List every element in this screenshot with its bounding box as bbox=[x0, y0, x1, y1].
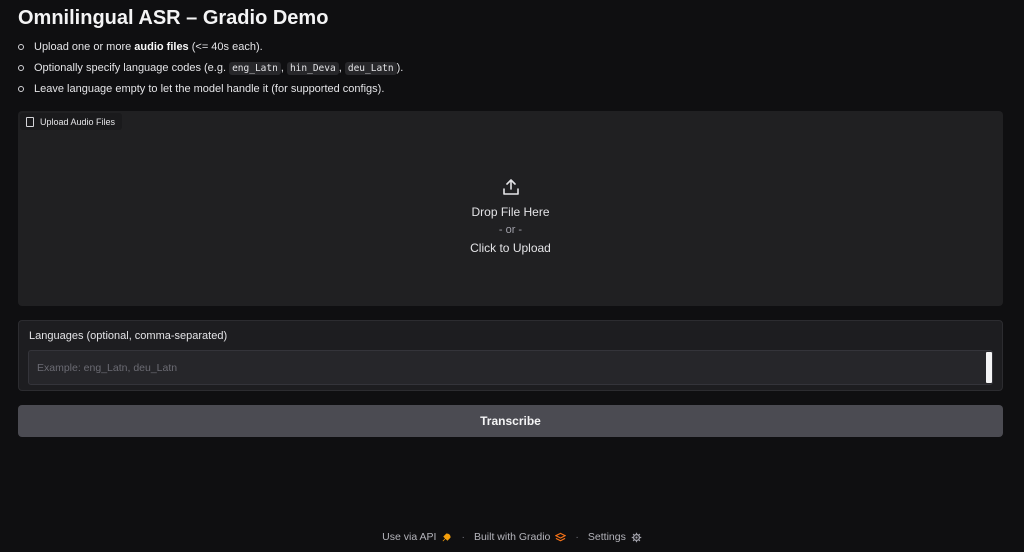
footer-separator: · bbox=[575, 531, 579, 543]
footer: Use via API · Built with Gradio · Settin… bbox=[0, 531, 1024, 543]
bullet-icon bbox=[18, 44, 24, 50]
upload-label: Upload Audio Files bbox=[20, 113, 123, 130]
bullet-icon bbox=[18, 65, 24, 71]
transcribe-button[interactable]: Transcribe bbox=[18, 405, 1003, 437]
instruction-item: Leave language empty to let the model ha… bbox=[18, 82, 403, 103]
gear-icon bbox=[631, 532, 642, 542]
page-title: Omnilingual ASR – Gradio Demo bbox=[18, 7, 329, 29]
built-with-gradio-link[interactable]: Built with Gradio bbox=[474, 531, 567, 543]
drop-file-text: Drop File Here bbox=[471, 204, 550, 219]
instruction-item: Optionally specify language codes (e.g. … bbox=[18, 61, 403, 82]
footer-separator: · bbox=[461, 531, 465, 543]
upload-icon bbox=[502, 178, 519, 195]
use-via-api-link[interactable]: Use via API bbox=[382, 531, 452, 543]
code-snippet: deu_Latn bbox=[344, 62, 397, 75]
click-to-upload-text: Click to Upload bbox=[470, 240, 551, 255]
gradio-logo-icon bbox=[555, 532, 567, 541]
instructions-list: Upload one or more audio files (<= 40s e… bbox=[18, 40, 403, 103]
rocket-icon bbox=[443, 532, 451, 541]
or-divider-text: - or - bbox=[498, 223, 523, 236]
upload-dropzone[interactable]: Drop File Here - or - Click to Upload bbox=[18, 111, 1003, 306]
languages-panel: Languages (optional, comma-separated) bbox=[18, 320, 1003, 391]
input-scroll-handle bbox=[986, 352, 992, 383]
code-snippet: hin_Deva bbox=[286, 62, 339, 75]
file-icon bbox=[26, 116, 34, 127]
instruction-item: Upload one or more audio files (<= 40s e… bbox=[18, 40, 403, 61]
settings-link[interactable]: Settings bbox=[588, 531, 642, 543]
bullet-icon bbox=[18, 86, 24, 92]
languages-label: Languages (optional, comma-separated) bbox=[29, 330, 228, 342]
languages-input[interactable] bbox=[28, 350, 993, 385]
page: Omnilingual ASR – Gradio Demo Upload one… bbox=[0, 0, 1024, 552]
code-snippet: eng_Latn bbox=[229, 62, 281, 75]
audio-upload-panel: Drop File Here - or - Click to Upload Up… bbox=[18, 111, 1003, 306]
